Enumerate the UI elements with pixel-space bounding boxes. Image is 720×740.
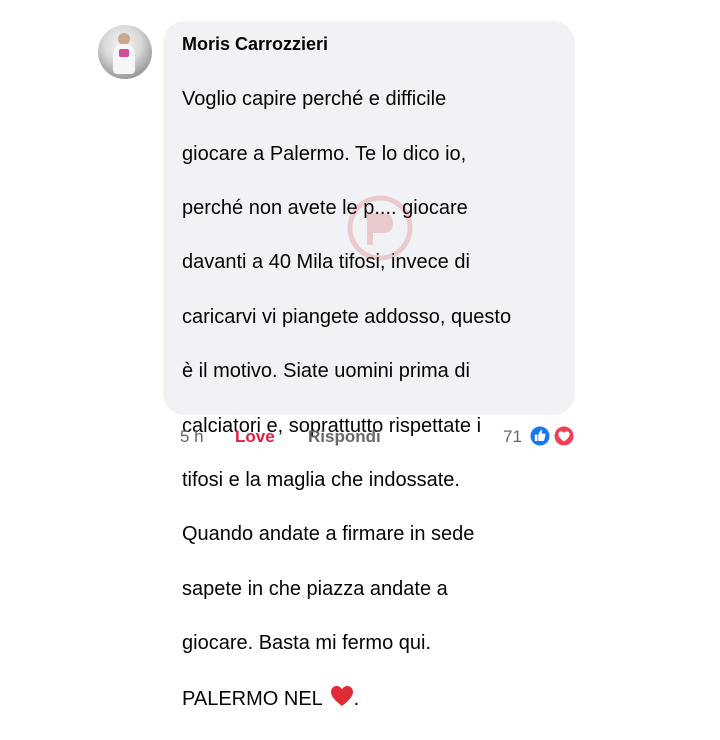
comment-author[interactable]: Moris Carrozzieri — [182, 31, 557, 57]
comment-timestamp[interactable]: 5 h — [180, 427, 204, 447]
comment-line: tifosi e la maglia che indossate. — [182, 469, 460, 492]
like-icon — [529, 425, 551, 447]
comment-line: sapete in che piazza andate a — [182, 577, 448, 600]
comment-text: Voglio capire perché e difficile giocare… — [182, 59, 557, 740]
reaction-icons — [529, 425, 575, 447]
reply-button[interactable]: Rispondi — [308, 427, 381, 447]
comment-line: è il motivo. Siate uomini prima di — [182, 360, 470, 383]
red-heart-emoji-icon — [330, 685, 353, 706]
love-reaction-button[interactable]: Love — [235, 427, 275, 447]
watermark-logo-icon — [347, 195, 413, 261]
comment-line: caricarvi vi piangete addosso, questo — [182, 305, 512, 328]
avatar[interactable] — [98, 25, 152, 79]
love-icon — [553, 425, 575, 447]
comment-line: giocare. Basta mi fermo qui. — [182, 632, 431, 655]
avatar-figure-accent — [119, 49, 129, 57]
last-line-prefix: PALERMO NEL — [182, 687, 328, 710]
reaction-count: 71 — [503, 427, 522, 446]
comment-line: giocare a Palermo. Te lo dico io, — [182, 142, 467, 165]
comment-line: Voglio capire perché e difficile — [182, 88, 447, 111]
comment-line-last: PALERMO NEL . — [182, 685, 557, 713]
comment-line: Quando andate a firmare in sede — [182, 523, 475, 546]
last-line-suffix: . — [353, 687, 360, 710]
